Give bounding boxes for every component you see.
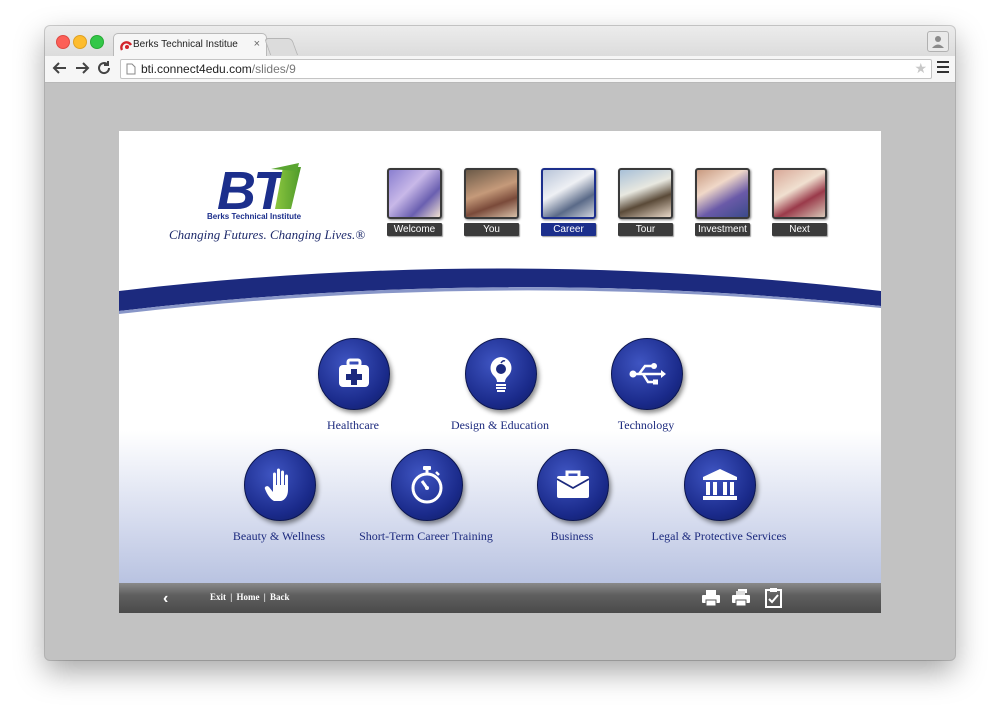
nav-label: Investment	[695, 223, 750, 236]
checklist-icon[interactable]	[764, 588, 784, 608]
url-text: bti.connect4edu.com/slides/9	[141, 62, 296, 76]
next-thumbnail	[772, 168, 827, 219]
career-thumbnail	[541, 168, 596, 219]
menu-icon[interactable]	[937, 61, 949, 76]
design-education-button[interactable]	[465, 338, 537, 410]
welcome-thumbnail	[387, 168, 442, 219]
print-all-icon[interactable]	[731, 588, 751, 608]
slide-content: BT Berks Technical Institute Changing Fu…	[119, 131, 881, 613]
nav-label: Tour	[618, 223, 673, 236]
category-label: Legal & Protective Services	[651, 529, 787, 543]
favicon-icon	[120, 41, 133, 51]
hand-icon	[264, 468, 288, 501]
tab-close-icon[interactable]: ×	[254, 38, 260, 50]
footer-links: Exit | Home | Back	[209, 592, 291, 602]
home-link[interactable]: Home	[237, 592, 260, 602]
browser-tab[interactable]: Berks Technical Institue ×	[113, 33, 267, 57]
nav-label: Next	[772, 223, 827, 236]
nav-next[interactable]: Next	[772, 168, 827, 238]
investment-thumbnail	[695, 168, 750, 219]
slide-footer: ‹ Exit | Home | Back	[119, 583, 881, 613]
exit-link[interactable]: Exit	[210, 592, 226, 602]
lightbulb-apple-icon	[490, 357, 512, 392]
forward-arrow-icon[interactable]	[73, 59, 91, 77]
briefcase-icon	[556, 470, 590, 498]
zoom-window-button[interactable]	[90, 35, 104, 49]
bookmark-star-icon[interactable]: ★	[914, 60, 927, 77]
usb-icon	[629, 363, 666, 385]
browser-toolbar: bti.connect4edu.com/slides/9 ★	[45, 56, 955, 83]
nav-label: Career	[541, 223, 596, 236]
separator: |	[263, 592, 266, 602]
person-icon	[932, 36, 944, 48]
browser-window: Berks Technical Institue × bti.connect4e…	[45, 26, 955, 660]
address-bar[interactable]: bti.connect4edu.com/slides/9 ★	[120, 59, 932, 79]
new-tab-button[interactable]	[263, 38, 299, 55]
legal-protective-button[interactable]	[684, 449, 756, 521]
back-link[interactable]: Back	[270, 592, 290, 602]
tab-title: Berks Technical Institue	[133, 39, 238, 50]
business-button[interactable]	[537, 449, 609, 521]
tagline: Changing Futures. Changing Lives.®	[169, 227, 366, 242]
minimize-window-button[interactable]	[73, 35, 87, 49]
nav-investment[interactable]: Investment	[695, 168, 750, 238]
tour-thumbnail	[618, 168, 673, 219]
nav-label: You	[464, 223, 519, 236]
logo-subtitle: Berks Technical Institute	[207, 212, 302, 221]
profile-button[interactable]	[927, 31, 949, 52]
nav-career[interactable]: Career	[541, 168, 596, 238]
nav-label: Welcome	[387, 223, 442, 236]
category-legal-protective[interactable]: Legal & Protective Services	[629, 449, 809, 549]
separator: |	[230, 592, 233, 602]
nav-tour[interactable]: Tour	[618, 168, 673, 238]
healthcare-button[interactable]	[318, 338, 390, 410]
header-swoosh	[119, 268, 881, 314]
technology-button[interactable]	[611, 338, 683, 410]
reload-icon[interactable]	[95, 59, 113, 77]
category-label: Technology	[617, 418, 675, 432]
you-thumbnail	[464, 168, 519, 219]
previous-slide-icon[interactable]: ‹	[163, 590, 168, 608]
category-technology[interactable]: Technology	[556, 338, 736, 438]
printer-icon[interactable]	[701, 588, 721, 608]
medical-kit-icon	[339, 358, 369, 387]
nav-welcome[interactable]: Welcome	[387, 168, 442, 238]
stopwatch-icon	[411, 466, 443, 504]
beauty-wellness-button[interactable]	[244, 449, 316, 521]
courthouse-icon	[703, 469, 737, 500]
nav-you[interactable]: You	[464, 168, 519, 238]
close-window-button[interactable]	[56, 35, 70, 49]
page-icon	[126, 63, 136, 75]
short-term-training-button[interactable]	[391, 449, 463, 521]
back-arrow-icon[interactable]	[51, 59, 69, 77]
title-bar: Berks Technical Institue ×	[45, 26, 955, 57]
